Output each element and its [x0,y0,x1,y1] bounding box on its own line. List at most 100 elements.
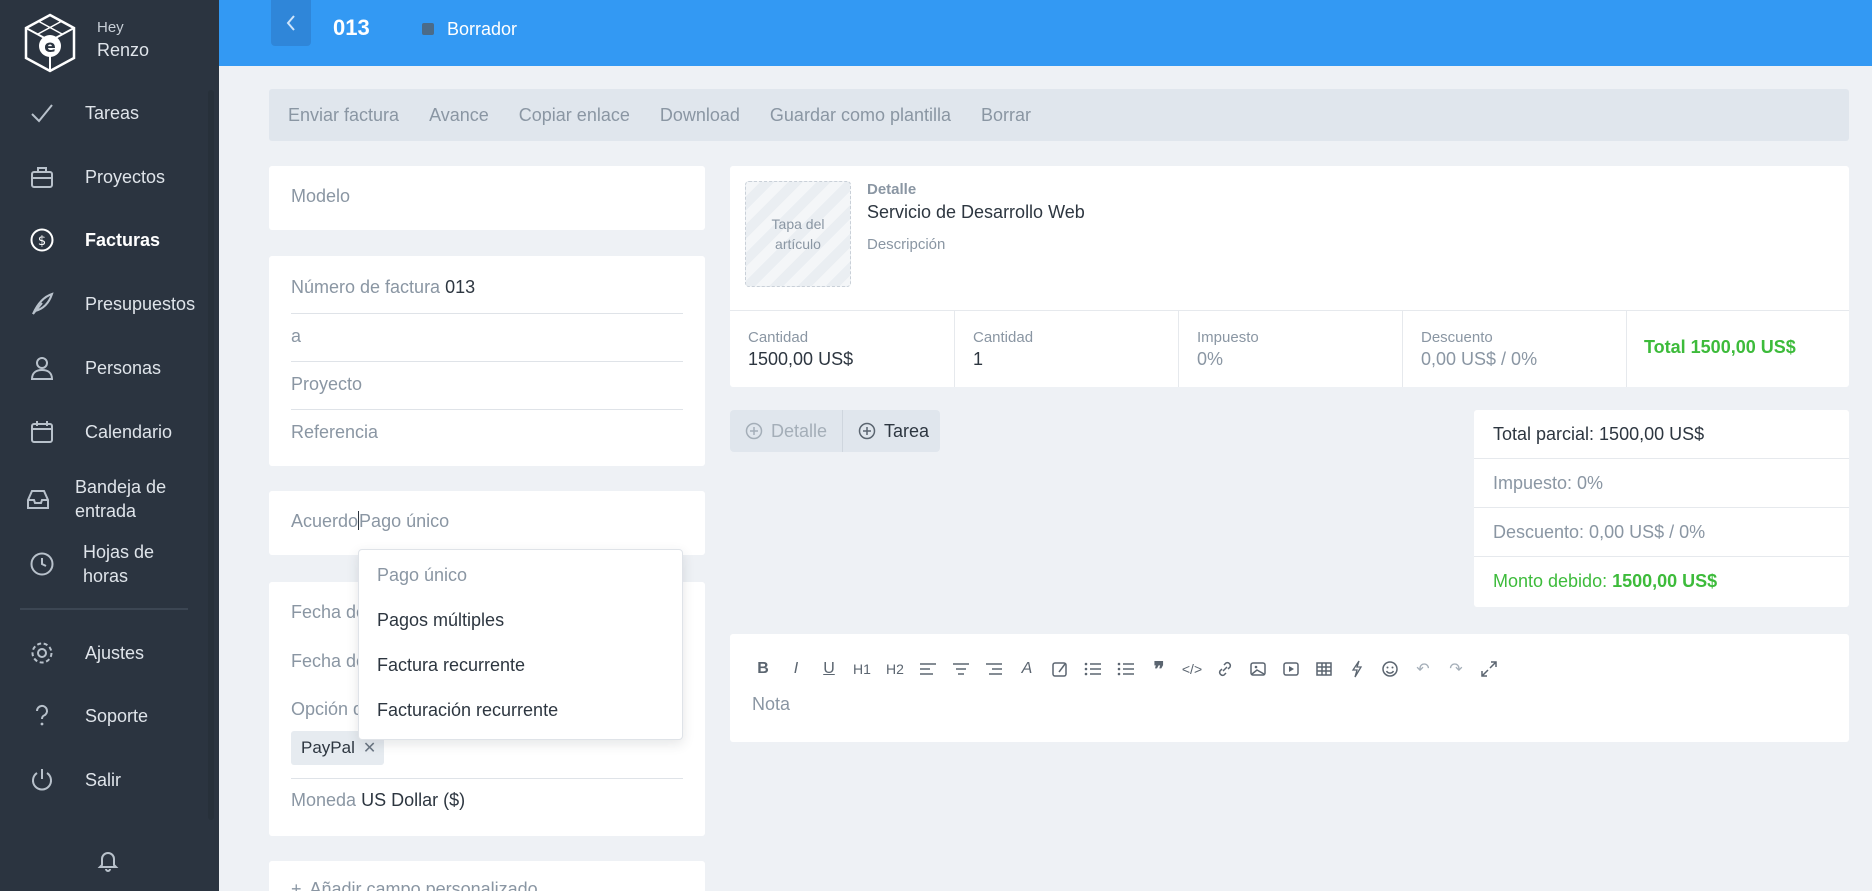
dropdown-option-factura-recurrente[interactable]: Factura recurrente [377,655,525,676]
delete-button[interactable]: Borrar [981,105,1031,126]
custom-field-card: + Añadir campo personalizado [269,861,705,891]
nav-item-tareas[interactable]: Tareas [0,86,212,140]
video-icon[interactable] [1280,658,1302,680]
quote-icon[interactable]: ❞ [1148,658,1170,681]
tax-cell[interactable]: Impuesto 0% [1179,311,1403,387]
bell-icon[interactable] [96,848,120,872]
nav-item-presupuestos[interactable]: Presupuestos [0,277,212,331]
currency-select[interactable]: Moneda US Dollar ($) [291,790,683,811]
add-custom-field-button[interactable]: + Añadir campo personalizado [291,879,683,891]
user-name[interactable]: Renzo [97,40,149,61]
nav-label: Tareas [85,103,140,123]
sidebar: e Hey Renzo Tareas Proyectos $ Facturas … [0,0,219,891]
quantity-value: 1 [973,349,984,369]
add-detail-label: Detalle [771,420,828,441]
invoice-number-title: 013 [333,15,370,40]
nav-item-soporte[interactable]: Soporte [0,689,212,743]
note-input[interactable]: Nota [752,694,790,715]
user-icon [28,354,56,382]
highlight-icon[interactable] [1049,658,1071,680]
item-total: Total 1500,00 US$ [1644,337,1796,357]
align-right-icon[interactable] [983,658,1005,680]
preview-button[interactable]: Avance [429,105,489,126]
dropdown-option-pago-unico[interactable]: Pago único [377,565,467,586]
image-icon[interactable] [1247,658,1269,680]
price-cell[interactable]: Cantidad 1500,00 US$ [730,311,955,387]
item-description-input[interactable]: Descripción [867,236,945,253]
link-icon[interactable] [1214,658,1236,680]
bullet-list-icon[interactable] [1082,658,1104,680]
code-icon[interactable]: </> [1181,658,1203,680]
nav-label: Soporte [85,706,149,726]
plus-circle-icon [745,422,763,440]
nav-label: Salir [85,770,122,790]
dropdown-option-pagos-multiples[interactable]: Pagos múltiples [377,610,504,631]
bold-icon[interactable]: B [752,658,774,680]
font-color-icon[interactable]: A [1016,658,1038,680]
fullscreen-icon[interactable] [1478,658,1500,680]
item-image-placeholder[interactable]: Tapa del artículo [745,181,851,287]
heading1-icon[interactable]: H1 [851,658,873,680]
agreement-select[interactable]: AcuerdoPago único [291,511,683,532]
item-title[interactable]: Servicio de Desarrollo Web [867,202,1085,223]
nav-item-personas[interactable]: Personas [0,341,212,395]
heading2-icon[interactable]: H2 [884,658,906,680]
power-icon [28,766,56,794]
nav-item-bandeja[interactable]: Bandeja de entrada [0,471,212,527]
copy-link-button[interactable]: Copiar enlace [519,105,630,126]
model-input[interactable]: Modelo [291,186,683,207]
reference-input[interactable]: Referencia [291,422,683,443]
gear-icon [28,639,56,667]
totals-card: Total parcial: 1500,00 US$ Impuesto: 0% … [1474,410,1849,607]
quill-icon [28,290,56,318]
back-button[interactable] [271,0,311,46]
discount-cell[interactable]: Descuento 0,00 US$ / 0% [1403,311,1627,387]
lightning-icon[interactable] [1346,658,1368,680]
amount-due-label: Monto debido: [1493,571,1608,591]
check-icon [28,99,56,127]
dropdown-option-facturacion-recurrente[interactable]: Facturación recurrente [377,700,558,721]
nav-item-facturas[interactable]: $ Facturas [0,213,212,267]
clock-icon [28,550,56,578]
tax-label: Impuesto [1197,329,1259,346]
redo-icon[interactable]: ↷ [1445,658,1467,680]
svg-text:e: e [44,37,56,57]
nav-label: Facturas [85,230,161,250]
italic-icon[interactable]: I [785,658,807,680]
invoice-number-field[interactable]: Número de factura 013 [291,277,683,298]
ordered-list-icon[interactable] [1115,658,1137,680]
calendar-icon [28,418,56,446]
client-input[interactable]: a [291,326,683,347]
status-label: Borrador [447,19,518,39]
undo-icon[interactable]: ↶ [1412,658,1434,680]
nav-item-hojas[interactable]: Hojas de horas [0,536,212,592]
tax-row: Impuesto: 0% [1474,459,1849,508]
remove-tag-icon[interactable]: ✕ [363,738,376,758]
underline-icon[interactable]: U [818,658,840,680]
briefcase-icon [28,163,56,191]
nav-label: Personas [85,358,162,378]
nav-item-calendario[interactable]: Calendario [0,405,212,459]
align-left-icon[interactable] [917,658,939,680]
greeting: Hey [97,19,124,36]
nav-item-salir[interactable]: Salir [0,753,212,807]
divider [291,409,683,410]
emoji-icon[interactable] [1379,658,1401,680]
quantity-label: Cantidad [973,329,1034,346]
price-label: Cantidad [748,329,809,346]
project-input[interactable]: Proyecto [291,374,683,395]
logo-icon[interactable]: e [22,13,78,73]
plus-circle-icon [858,422,876,440]
send-invoice-button[interactable]: Enviar factura [288,105,399,126]
save-template-button[interactable]: Guardar como plantilla [770,105,951,126]
download-button[interactable]: Download [660,105,740,126]
nav-item-ajustes[interactable]: Ajustes [0,626,212,680]
align-center-icon[interactable] [950,658,972,680]
add-task-button[interactable]: Tarea [843,410,940,452]
discount-row: Descuento: 0,00 US$ / 0% [1474,508,1849,557]
add-task-label: Tarea [884,420,930,441]
quantity-cell[interactable]: Cantidad 1 [955,311,1179,387]
table-icon[interactable] [1313,658,1335,680]
nav-item-proyectos[interactable]: Proyectos [0,150,212,204]
add-detail-button[interactable]: Detalle [730,410,842,452]
